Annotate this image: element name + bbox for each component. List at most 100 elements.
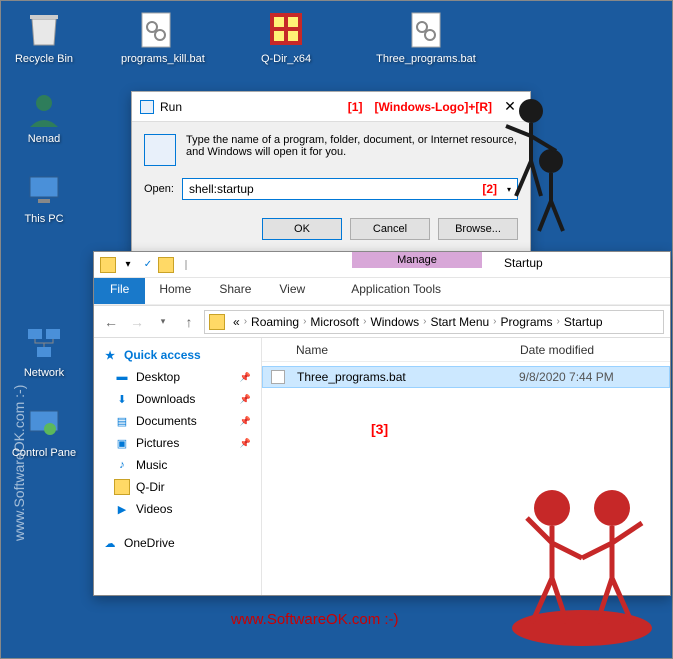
videos-icon: ▶	[114, 501, 130, 517]
network-icon	[24, 323, 64, 363]
sidebar-item-label: OneDrive	[124, 536, 175, 550]
file-tab[interactable]: File	[94, 278, 145, 304]
sidebar-item-desktop[interactable]: ▬ Desktop 📌	[94, 366, 261, 388]
desktop-icon-three-programs[interactable]: Three_programs.bat	[376, 7, 476, 65]
application-tools-tab[interactable]: Application Tools	[337, 278, 455, 304]
pin-icon: 📌	[240, 416, 251, 427]
sidebar-item-label: Documents	[136, 414, 197, 428]
sidebar-item-onedrive[interactable]: ☁ OneDrive	[94, 532, 261, 554]
desktop-icon-network[interactable]: Network	[9, 321, 79, 379]
sidebar-item-label: Desktop	[136, 370, 180, 384]
run-dialog-titlebar[interactable]: Run [1] [Windows-Logo]+[R] ✕	[132, 92, 530, 122]
cancel-button[interactable]: Cancel	[350, 218, 430, 240]
qat-dropdown-icon[interactable]: ▾	[119, 256, 137, 274]
pin-icon: 📌	[240, 438, 251, 449]
desktop-icon-label: Recycle Bin	[9, 53, 79, 65]
file-row[interactable]: Three_programs.bat 9/8/2020 7:44 PM	[262, 366, 670, 388]
desktop-icon-label: Network	[9, 367, 79, 379]
sidebar-item-music[interactable]: ♪ Music	[94, 454, 261, 476]
desktop-icon-label: Q-Dir_x64	[251, 53, 321, 65]
breadcrumb-item[interactable]: Microsoft	[306, 315, 363, 329]
sidebar-item-quick-access[interactable]: ★ Quick access	[94, 344, 261, 366]
recycle-bin-icon	[24, 9, 64, 49]
open-label: Open:	[144, 183, 174, 195]
share-tab[interactable]: Share	[205, 278, 265, 304]
sidebar-item-label: Quick access	[124, 348, 201, 362]
open-input[interactable]	[183, 179, 482, 199]
decorative-figure	[491, 81, 581, 241]
sidebar-item-pictures[interactable]: ▣ Pictures 📌	[94, 432, 261, 454]
desktop-icon-this-pc[interactable]: This PC	[9, 167, 79, 225]
sidebar-item-label: Downloads	[136, 392, 195, 406]
view-tab[interactable]: View	[265, 278, 319, 304]
home-tab[interactable]: Home	[145, 278, 205, 304]
downloads-icon: ⬇	[114, 391, 130, 407]
ribbon-tabs: File Home Share View Application Tools	[94, 278, 670, 304]
nav-recent-dropdown[interactable]: ▾	[152, 311, 174, 333]
pin-icon: 📌	[240, 372, 251, 383]
desktop-icon-label: Three_programs.bat	[376, 53, 476, 65]
run-icon	[140, 100, 154, 114]
qdir-icon	[266, 9, 306, 49]
sidebar-item-qdir[interactable]: Q-Dir	[94, 476, 261, 498]
breadcrumb-item[interactable]: Roaming	[247, 315, 303, 329]
pictures-icon: ▣	[114, 435, 130, 451]
breadcrumb-item[interactable]: «	[229, 315, 244, 329]
annotation-1: [1]	[348, 100, 363, 114]
desktop-icon-label: Nenad	[9, 133, 79, 145]
desktop-icon-programs-kill[interactable]: programs_kill.bat	[121, 7, 191, 65]
file-name: Three_programs.bat	[293, 370, 519, 384]
breadcrumb-item[interactable]: Startup	[560, 315, 607, 329]
breadcrumb-bar[interactable]: «› Roaming› Microsoft› Windows› Start Me…	[204, 310, 664, 334]
col-name[interactable]: Name	[292, 343, 520, 357]
col-date[interactable]: Date modified	[520, 343, 670, 357]
breadcrumb-item[interactable]: Start Menu	[426, 315, 493, 329]
bat-file-icon	[406, 9, 446, 49]
folder-icon	[158, 257, 174, 273]
pin-icon: 📌	[240, 394, 251, 405]
breadcrumb-item[interactable]: Programs	[497, 315, 557, 329]
documents-icon: ▤	[114, 413, 130, 429]
music-icon: ♪	[114, 457, 130, 473]
nav-back-button[interactable]: ←	[100, 311, 122, 333]
sidebar-item-label: Q-Dir	[136, 480, 165, 494]
column-headers: Name Date modified	[262, 338, 670, 362]
qat-sep: ｜	[177, 256, 195, 274]
sidebar-item-label: Music	[136, 458, 167, 472]
bat-file-icon	[136, 9, 176, 49]
sidebar-item-downloads[interactable]: ⬇ Downloads 📌	[94, 388, 261, 410]
nav-forward-button[interactable]: →	[126, 311, 148, 333]
run-title-text: Run	[160, 100, 342, 114]
folder-icon	[100, 257, 116, 273]
manage-group-label: Manage	[352, 252, 482, 268]
control-panel-icon	[24, 403, 64, 443]
folder-icon	[114, 479, 130, 495]
desktop-icon-label: programs_kill.bat	[121, 53, 191, 65]
onedrive-icon: ☁	[102, 535, 118, 551]
run-message: Type the name of a program, folder, docu…	[186, 134, 518, 166]
ok-button[interactable]: OK	[262, 218, 342, 240]
bat-file-icon	[271, 370, 285, 384]
desktop-icon-recycle-bin[interactable]: Recycle Bin	[9, 7, 79, 65]
decorative-figure	[502, 448, 662, 648]
sidebar-item-documents[interactable]: ▤ Documents 📌	[94, 410, 261, 432]
desktop-icon: ▬	[114, 369, 130, 385]
explorer-titlebar[interactable]: ▾ ✓ ｜ Manage Startup	[94, 252, 670, 278]
desktop-icon-nenad[interactable]: Nenad	[9, 87, 79, 145]
run-big-icon	[144, 134, 176, 166]
sidebar-item-videos[interactable]: ▶Videos	[94, 498, 261, 520]
qat-check-icon[interactable]: ✓	[139, 256, 157, 274]
folder-icon	[209, 314, 225, 330]
nav-up-button[interactable]: ↑	[178, 311, 200, 333]
explorer-sidebar: ★ Quick access ▬ Desktop 📌 ⬇ Downloads 📌 ▤ Doc…	[94, 338, 262, 595]
sidebar-item-label: Pictures	[136, 436, 179, 450]
open-combobox[interactable]: [2] ▾	[182, 178, 518, 200]
explorer-navbar: ← → ▾ ↑ «› Roaming› Microsoft› Windows› …	[94, 306, 670, 338]
desktop-icon-qdir[interactable]: Q-Dir_x64	[251, 7, 321, 65]
desktop-icon-label: This PC	[9, 213, 79, 225]
this-pc-icon	[24, 169, 64, 209]
vertical-watermark: www.SoftwareOK.com :-)	[11, 385, 27, 541]
star-icon: ★	[102, 347, 118, 363]
explorer-window-title: Startup	[504, 256, 543, 270]
breadcrumb-item[interactable]: Windows	[366, 315, 423, 329]
